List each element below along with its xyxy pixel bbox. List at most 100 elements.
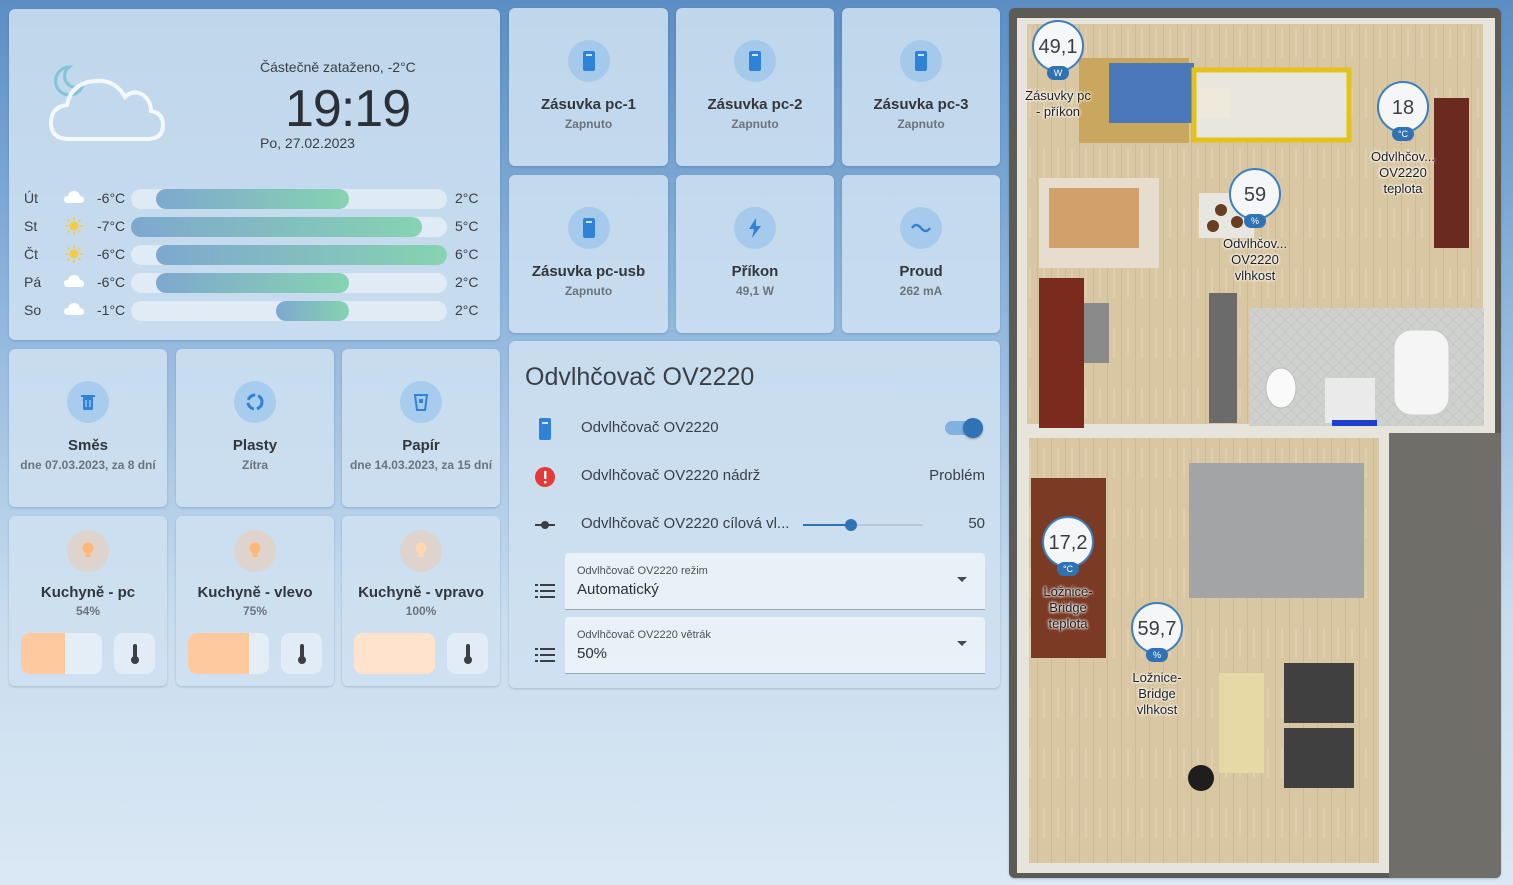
weather-date: Po, 27.02.2023 <box>260 135 355 151</box>
power-socket-icon <box>734 40 776 82</box>
sensor-badge-dehumidifier-humidity[interactable]: 59 <box>1229 168 1281 220</box>
badge-unit: % <box>1244 214 1266 228</box>
badge-value: 17,2 <box>1048 532 1088 554</box>
tile-zasuvka-pc-usb[interactable]: Zásuvka pc-usb Zapnuto <box>509 175 668 333</box>
tile-papir[interactable]: Papír dne 14.03.2023, za 15 dní <box>342 349 500 507</box>
temperature-range-bar <box>156 273 350 293</box>
tile-zasuvka-pc-2[interactable]: Zásuvka pc-2 Zapnuto <box>676 8 834 166</box>
toggle-switch[interactable] <box>945 418 983 438</box>
tile-proud[interactable]: Proud 262 mA <box>842 175 1000 333</box>
forecast-row: Čt -6°C 6°C <box>24 243 494 267</box>
brightness-fill <box>21 633 65 674</box>
temperature-range-track <box>131 217 447 237</box>
badge-label: Ložnice-Bridge teplota <box>1043 584 1093 631</box>
tile-prikon[interactable]: Příkon 49,1 W <box>676 175 834 333</box>
recycle-icon <box>234 381 276 423</box>
power-socket-icon <box>567 207 610 249</box>
thermometer-icon[interactable] <box>447 633 488 674</box>
partly-cloudy-night-icon <box>47 59 177 154</box>
tile-name: Plasty <box>232 437 278 454</box>
power-socket-icon <box>567 40 610 82</box>
entity-row-tank[interactable]: Odvlhčovač OV2220 nádrž Problém <box>525 457 985 497</box>
tile-state: Zapnuto <box>897 117 945 131</box>
entity-row-fan[interactable]: Odvlhčovač OV2220 větrák 50% <box>525 617 985 683</box>
sun-icon <box>64 217 84 235</box>
alert-circle-icon <box>533 465 557 489</box>
entity-row-target[interactable]: Odvlhčovač OV2220 cílová vl... 50 <box>525 505 985 545</box>
tile-name: Příkon <box>731 263 779 280</box>
tile-name: Zásuvka pc-usb <box>531 263 646 280</box>
badge-label: Odvlhčov... OV2220 vlhkost <box>1222 236 1288 283</box>
power-socket-icon <box>900 40 942 82</box>
tile-kuchyne-vpravo[interactable]: Kuchyně - vpravo 100% <box>342 516 500 686</box>
paper-bin-icon <box>400 381 442 423</box>
forecast-high: 2°C <box>455 302 479 318</box>
badge-unit: W <box>1047 66 1069 80</box>
tile-plasty[interactable]: Plasty Zítra <box>176 349 334 507</box>
sun-icon <box>64 245 84 263</box>
brightness-slider[interactable] <box>21 633 102 674</box>
toggle-knob <box>963 418 983 438</box>
target-humidity-slider[interactable] <box>803 519 923 531</box>
brightness-slider[interactable] <box>354 633 435 674</box>
tile-state: dne 14.03.2023, za 15 dní <box>349 458 493 472</box>
tile-zasuvka-pc-1[interactable]: Zásuvka pc-1 Zapnuto <box>509 8 668 166</box>
temperature-range-bar <box>156 189 350 209</box>
tile-kuchyne-vlevo[interactable]: Kuchyně - vlevo 75% <box>176 516 334 686</box>
cloud-icon <box>64 301 84 319</box>
thermometer-icon[interactable] <box>114 633 155 674</box>
tile-name: Zásuvka pc-2 <box>707 96 803 113</box>
cloud-icon <box>64 189 84 207</box>
sensor-badge-dehumidifier-temperature[interactable]: 18 <box>1377 81 1429 133</box>
current-wave-icon <box>900 207 942 249</box>
tile-state: Zítra <box>241 458 268 472</box>
tile-name: Zásuvka pc-3 <box>873 96 969 113</box>
clock-time: 19:19 <box>285 80 411 138</box>
mode-select[interactable]: Odvlhčovač OV2220 režim Automatický <box>565 553 985 610</box>
slider-knob[interactable] <box>845 519 857 531</box>
entity-row-mode[interactable]: Odvlhčovač OV2220 režim Automatický <box>525 553 985 619</box>
tile-state: 262 mA <box>899 284 943 298</box>
forecast-day: So <box>24 302 42 318</box>
sensor-badge-bedroom-temperature[interactable]: 17,2 <box>1042 516 1094 568</box>
floorplan-card: 49,1 W Zásuvky pc - příkon 18 °C Odvlhčo… <box>1009 8 1501 878</box>
select-label: Odvlhčovač OV2220 větrák <box>577 629 711 641</box>
forecast-low: -6°C <box>97 190 126 206</box>
entity-name: Odvlhčovač OV2220 <box>581 419 719 436</box>
trash-can-icon <box>67 381 109 423</box>
slider-icon <box>533 513 557 537</box>
tile-zasuvka-pc-3[interactable]: Zásuvka pc-3 Zapnuto <box>842 8 1000 166</box>
forecast-low: -6°C <box>97 246 126 262</box>
forecast-day: St <box>24 218 38 234</box>
brightness-slider[interactable] <box>188 633 269 674</box>
tile-kuchyne-pc[interactable]: Kuchyně - pc 54% <box>9 516 167 686</box>
fan-select[interactable]: Odvlhčovač OV2220 větrák 50% <box>565 617 985 674</box>
badge-value: 49,1 <box>1038 36 1078 58</box>
badge-unit: °C <box>1392 127 1414 141</box>
sensor-badge-power[interactable]: 49,1 <box>1032 20 1084 72</box>
badge-value: 59 <box>1243 184 1267 206</box>
select-label: Odvlhčovač OV2220 režim <box>577 565 708 577</box>
tile-state: Zapnuto <box>564 284 613 298</box>
temperature-range-bar <box>276 301 350 321</box>
forecast-day: Út <box>24 190 38 206</box>
badge-label: Ložnice-Bridge vlhkost <box>1132 670 1182 717</box>
forecast-row: St -7°C 5°C <box>24 215 494 239</box>
tile-smes[interactable]: Směs dne 07.03.2023, za 8 dní <box>9 349 167 507</box>
select-value: Automatický <box>577 581 659 598</box>
thermometer-icon[interactable] <box>281 633 322 674</box>
tile-state: Zapnuto <box>731 117 779 131</box>
forecast-high: 2°C <box>455 274 479 290</box>
entity-state: Problém <box>929 467 985 484</box>
floorplan-image <box>1009 8 1501 878</box>
forecast-row: Út -6°C 2°C <box>24 187 494 211</box>
select-value: 50% <box>577 645 608 662</box>
badge-label: Zásuvky pc - příkon <box>1025 88 1091 119</box>
temperature-range-bar <box>156 245 447 265</box>
badge-value: 18 <box>1391 97 1415 119</box>
sensor-badge-bedroom-humidity[interactable]: 59,7 <box>1131 602 1183 654</box>
entity-state: 50 <box>968 515 985 532</box>
lightbulb-icon <box>234 530 276 572</box>
entity-row-switch[interactable]: Odvlhčovač OV2220 <box>525 409 985 449</box>
weather-card[interactable]: Částečně zataženo, -2°C 19:19 Po, 27.02.… <box>9 9 500 340</box>
